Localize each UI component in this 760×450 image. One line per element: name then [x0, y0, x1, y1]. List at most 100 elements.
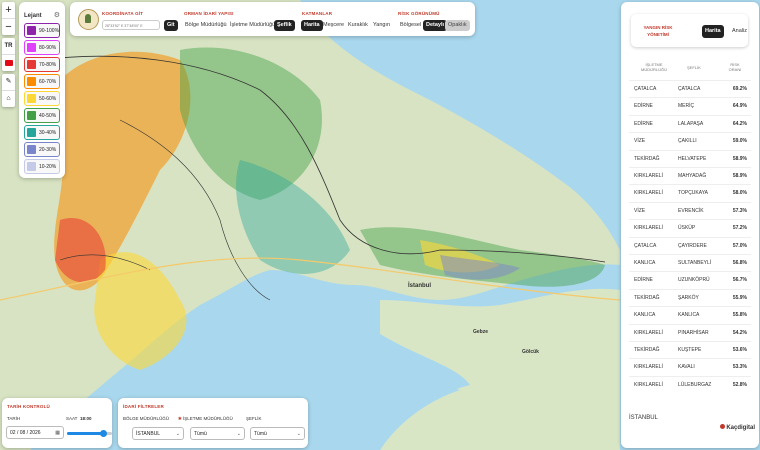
map-label-gebze: Gebze — [473, 329, 489, 335]
cell-risk: 54.2% — [732, 329, 747, 336]
legend-item[interactable]: 10-20% — [24, 159, 60, 174]
cell-risk: 59.0% — [732, 138, 747, 145]
table-row[interactable]: TEKİRDAĞ HELVATEPE 58.9% — [629, 149, 751, 168]
legend-item[interactable]: 20-30% — [24, 142, 60, 157]
zoom-in-button[interactable]: + — [2, 2, 15, 19]
coordinate-input[interactable]: 28°33'52" E 37°48'00" E — [102, 20, 160, 30]
zoom-out-button[interactable]: − — [2, 19, 15, 35]
home-icon[interactable]: ⌂ — [2, 91, 15, 107]
cell-management: KANLICA — [634, 260, 656, 266]
layers-label: KATMANLAR — [302, 11, 333, 16]
chevron-down-icon: ⌄ — [296, 431, 301, 437]
time-slider[interactable] — [67, 430, 112, 437]
admin-filter-panel: İDARİ FİLTRELER BÖLGE MÜDÜRLÜĞÜ ✱ İŞLETM… — [118, 398, 308, 448]
gear-icon[interactable]: ⚙ — [54, 11, 60, 19]
chief-select[interactable]: Tümü ⌄ — [250, 427, 305, 440]
cell-chief: ÇAYIRDERE — [678, 242, 707, 249]
cell-chief: TOPÇUKAYA — [678, 190, 709, 197]
opacity-button[interactable]: Opaklık — [445, 20, 470, 31]
legend-item[interactable]: 90-100% — [24, 23, 60, 38]
date-input[interactable]: 02 / 08 / 2026 ▦ — [6, 426, 64, 439]
cell-chief: KUŞTEPE — [678, 347, 702, 353]
table-row[interactable]: ÇATALCA ÇATALCA 69.2% — [629, 80, 751, 98]
risk-regional-button[interactable]: Bölgesel — [397, 20, 424, 31]
legend-item[interactable]: 60-70% — [24, 74, 60, 89]
chief-filter-label: ŞEFLİK — [246, 416, 262, 421]
cell-management: VİZE — [634, 207, 646, 214]
layer-fire-button[interactable]: Yangın — [370, 20, 393, 31]
cell-management: ÇATALCA — [634, 242, 657, 249]
legend-item[interactable]: 40-50% — [24, 108, 60, 123]
panel-title-line2: YÖNETİMİ — [647, 32, 669, 37]
table-row[interactable]: EDİRNE UZUNKÖPRÜ 56.7% — [629, 271, 751, 289]
layer-stand-button[interactable]: Meşcere — [320, 20, 347, 31]
legend-label: 20-30% — [39, 146, 57, 153]
legend-item[interactable]: 70-80% — [24, 57, 60, 72]
legend-label: 50-60% — [39, 95, 57, 102]
cell-chief: PINARHİSAR — [678, 329, 709, 336]
legend-label: 30-40% — [39, 129, 57, 136]
time-value: 18:00 — [80, 416, 92, 421]
region-select-value: İSTANBUL — [136, 431, 161, 437]
table-row[interactable]: VİZE ÇAKILLI 59.0% — [629, 132, 751, 150]
top-toolbar: KOORDİNATA GİT 28°33'52" E 37°48'00" E G… — [70, 2, 475, 36]
management-select[interactable]: Tümü ⌄ — [190, 427, 245, 440]
management-directorate-button[interactable]: İşletme Müdürlüğü — [227, 20, 278, 31]
column-management: İŞLETME MÜDÜRLÜĞÜ — [641, 62, 667, 72]
cell-chief: LÜLEBURGAZ — [678, 381, 712, 388]
chief-select-value: Tümü — [254, 431, 267, 437]
table-row[interactable]: KANLICA SULTANBEYLİ 56.8% — [629, 254, 751, 272]
table-row[interactable]: KIRKLARELİ LÜLEBURGAZ 52.8% — [629, 375, 751, 394]
date-label: TARİH — [7, 416, 21, 421]
turkey-flag-icon[interactable] — [2, 55, 15, 71]
table-row[interactable]: TEKİRDAĞ KUŞTEPE 53.6% — [629, 341, 751, 359]
legend-swatch — [27, 60, 36, 69]
cell-chief: ÇATALCA — [678, 86, 701, 92]
table-row[interactable]: EDİRNE LALAPAŞA 64.2% — [629, 114, 751, 133]
cell-chief: LALAPAŞA — [678, 120, 704, 127]
table-row[interactable]: KIRKLARELİ ÜSKÜP 57.2% — [629, 219, 751, 237]
map-label-golcuk: Gölcük — [522, 349, 539, 355]
table-row[interactable]: KIRKLARELİ KAVALI 53.3% — [629, 358, 751, 376]
cell-risk: 58.9% — [732, 155, 747, 162]
legend-item[interactable]: 30-40% — [24, 125, 60, 140]
table-row[interactable]: VİZE EVRENCİK 57.3% — [629, 201, 751, 220]
legend-title: Lejant — [24, 13, 42, 19]
tab-map[interactable]: Harita — [702, 25, 724, 38]
tab-analysis[interactable]: Analiz — [729, 25, 750, 38]
panel-title-line1: YANGIN RİSK — [643, 25, 673, 30]
cell-management: EDİRNE — [634, 120, 653, 127]
region-directorate-button[interactable]: Bölge Müdürlüğü — [182, 20, 230, 31]
table-row[interactable]: KIRKLARELİ MAHYADAĞ 58.9% — [629, 167, 751, 185]
legend-swatch — [27, 43, 36, 52]
language-control: TR — [2, 38, 15, 71]
language-button[interactable]: TR — [2, 38, 15, 55]
go-button[interactable]: Git — [164, 20, 178, 31]
region-select[interactable]: İSTANBUL ⌄ — [132, 427, 184, 440]
date-value: 02 / 08 / 2026 — [10, 430, 41, 436]
legend-item[interactable]: 50-60% — [24, 91, 60, 106]
table-row[interactable]: EDİRNE MERİÇ 64.9% — [629, 97, 751, 115]
draw-icon[interactable]: ✎ — [2, 74, 15, 91]
management-filter-label-text: İŞLETME MÜDÜRLÜĞÜ — [183, 416, 233, 421]
table-row[interactable]: TEKİRDAĞ ŞARKÖY 55.9% — [629, 288, 751, 307]
chief-button[interactable]: Şeflik — [274, 20, 295, 31]
table-row[interactable]: KIRKLARELİ TOPÇUKAYA 58.0% — [629, 184, 751, 202]
coordinate-label: KOORDİNATA GİT — [102, 11, 144, 16]
time-slider-handle[interactable] — [100, 430, 107, 437]
table-row[interactable]: KANLICA KANLICA 55.8% — [629, 306, 751, 324]
cell-management: KIRKLARELİ — [634, 173, 663, 179]
table-row[interactable]: KIRKLARELİ PINARHİSAR 54.2% — [629, 323, 751, 342]
table-row[interactable]: ÇATALCA ÇAYIRDERE 57.0% — [629, 236, 751, 255]
cell-risk: 69.2% — [732, 86, 747, 92]
cell-management: TEKİRDAĞ — [634, 294, 660, 301]
legend-label: 60-70% — [39, 78, 57, 85]
fire-risk-panel: YANGIN RİSK YÖNETİMİ Harita Analiz İŞLET… — [621, 2, 759, 448]
calendar-icon[interactable]: ▦ — [55, 427, 60, 440]
legend-item[interactable]: 80-90% — [24, 40, 60, 55]
risk-detailed-button[interactable]: Detaylı — [423, 20, 448, 31]
cell-management: TEKİRDAĞ — [634, 155, 660, 162]
layer-drought-button[interactable]: Kuraklık — [345, 20, 371, 31]
legend-swatch — [27, 162, 36, 171]
time-slider-fill — [67, 432, 103, 435]
